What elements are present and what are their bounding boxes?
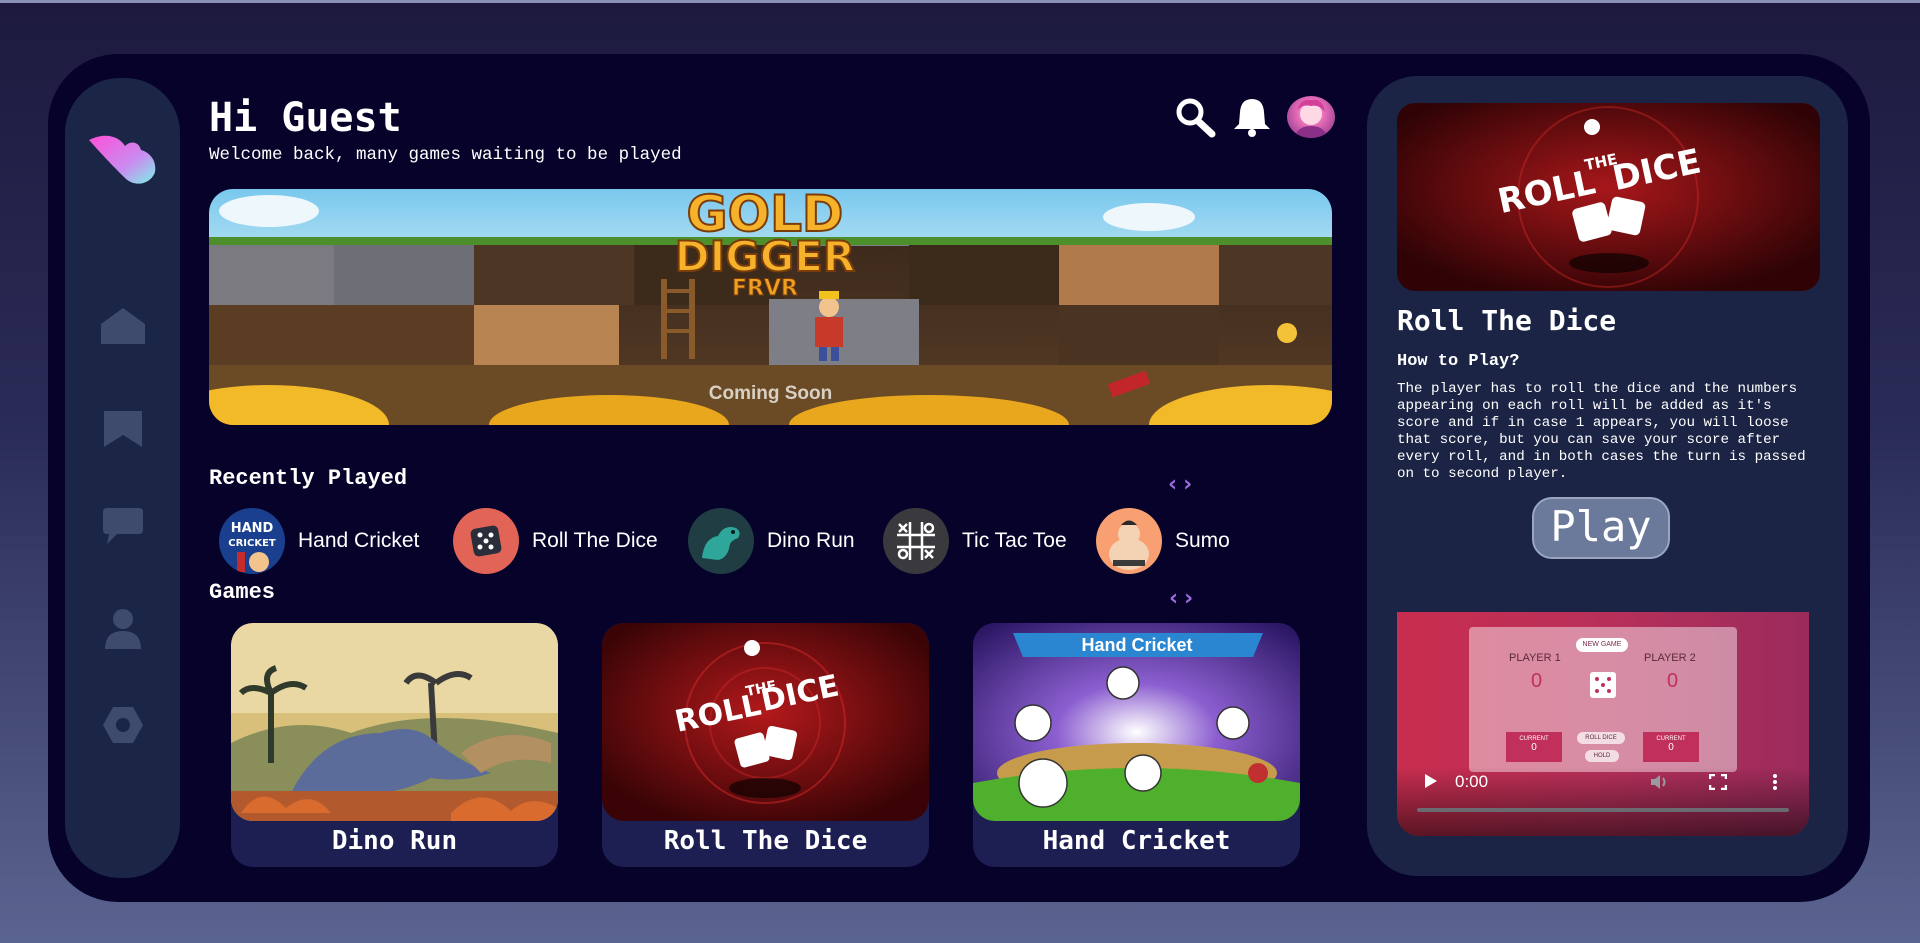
- details-howto-heading: How to Play?: [1397, 352, 1520, 371]
- svg-text:CRICKET: CRICKET: [228, 538, 276, 549]
- video-player1-score: 0: [1531, 670, 1543, 692]
- recent-item-roll-the-dice[interactable]: Roll The Dice: [453, 508, 658, 574]
- fullscreen-icon[interactable]: [1708, 773, 1728, 794]
- recent-next-arrow-icon[interactable]: ›: [1183, 472, 1198, 497]
- home-icon[interactable]: [65, 306, 180, 346]
- sumo-thumb: [1096, 508, 1162, 574]
- greeting-subtitle: Welcome back, many games waiting to be p…: [209, 145, 682, 165]
- avatar[interactable]: [1287, 96, 1335, 138]
- dino-thumb: [688, 508, 754, 574]
- games-next-arrow-icon[interactable]: ›: [1184, 586, 1199, 611]
- bell-icon[interactable]: [1232, 96, 1272, 142]
- play-button[interactable]: Play: [1532, 497, 1670, 559]
- recent-item-label: Roll The Dice: [532, 529, 658, 552]
- chat-icon[interactable]: [65, 506, 180, 546]
- logo-icon[interactable]: [65, 128, 180, 190]
- details-description: The player has to roll the dice and the …: [1397, 381, 1806, 482]
- recent-item-tic-tac-toe[interactable]: Tic Tac Toe: [883, 508, 1067, 574]
- svg-text:Hand Cricket: Hand Cricket: [1081, 635, 1192, 655]
- user-icon[interactable]: [65, 607, 180, 651]
- featured-banner[interactable]: GOLD DIGGER FRVR Coming Soon: [209, 189, 1332, 425]
- video-player1-label: PLAYER 1: [1509, 652, 1561, 664]
- recent-item-label: Sumo: [1175, 529, 1230, 552]
- video-player2-label: PLAYER 2: [1644, 652, 1696, 664]
- details-game-art: ROLL THE DICE: [1397, 103, 1820, 291]
- play-icon[interactable]: [1423, 772, 1439, 794]
- game-card-hand-cricket[interactable]: Hand Cricket Hand Cricket: [973, 623, 1300, 867]
- more-options-icon[interactable]: [1772, 773, 1778, 795]
- hand-cricket-art: Hand Cricket: [973, 623, 1300, 821]
- game-card-dino-run[interactable]: Dino Run: [231, 623, 558, 867]
- video-new-game-label: NEW GAME: [1576, 638, 1628, 652]
- recent-item-label: Dino Run: [767, 529, 855, 552]
- card-title: Hand Cricket: [1042, 826, 1231, 856]
- card-title: Roll The Dice: [663, 826, 868, 856]
- video-player2-score: 0: [1667, 670, 1679, 692]
- svg-text:HAND: HAND: [231, 521, 274, 536]
- window-top-border: [0, 0, 1920, 3]
- video-current2-box: CURRENT 0: [1643, 732, 1699, 762]
- banner-title-line3: FRVR: [732, 276, 798, 301]
- dice-thumb: [453, 508, 519, 574]
- games-prev-arrow-icon[interactable]: ‹: [1169, 586, 1184, 611]
- search-icon[interactable]: [1173, 96, 1217, 142]
- settings-icon[interactable]: [65, 705, 180, 745]
- recent-prev-arrow-icon[interactable]: ‹: [1168, 472, 1183, 497]
- video-roll-dice-label: ROLL DICE: [1577, 732, 1625, 744]
- greeting-title: Hi Guest: [209, 95, 402, 141]
- video-current1-box: CURRENT 0: [1506, 732, 1562, 762]
- tictactoe-thumb: [883, 508, 949, 574]
- hand-cricket-thumb: HAND CRICKET: [219, 508, 285, 574]
- recent-item-label: Tic Tac Toe: [962, 529, 1067, 552]
- recent-item-dino-run[interactable]: Dino Run: [688, 508, 855, 574]
- dino-run-art: [231, 623, 558, 821]
- recent-item-label: Hand Cricket: [298, 529, 420, 552]
- video-progress-bar[interactable]: [1417, 808, 1789, 812]
- video-hold-label: HOLD: [1585, 750, 1619, 762]
- recent-item-sumo[interactable]: Sumo: [1096, 508, 1230, 574]
- banner-title-line2: DIGGER: [675, 232, 855, 281]
- recently-played-title: Recently Played: [209, 466, 408, 491]
- details-title: Roll The Dice: [1397, 304, 1617, 337]
- volume-icon[interactable]: [1649, 773, 1669, 795]
- bookmark-icon[interactable]: [65, 409, 180, 449]
- game-card-roll-the-dice[interactable]: ROLL THE DICE Roll The Dice: [602, 623, 929, 867]
- banner-caption: Coming Soon: [708, 383, 833, 404]
- gameplay-video[interactable]: NEW GAME PLAYER 1 PLAYER 2 0 0 CURRENT 0…: [1397, 612, 1809, 836]
- video-time: 0:00: [1455, 772, 1489, 791]
- card-title: Dino Run: [331, 826, 458, 856]
- games-title: Games: [209, 580, 276, 605]
- recent-carousel-arrows: ‹›: [1168, 472, 1198, 497]
- roll-the-dice-art: ROLL THE DICE: [602, 623, 929, 821]
- recent-item-hand-cricket[interactable]: HAND CRICKET Hand Cricket: [219, 508, 419, 574]
- video-dice-icon: [1590, 672, 1616, 698]
- games-carousel-arrows: ‹›: [1169, 586, 1199, 611]
- sidebar: [65, 78, 180, 878]
